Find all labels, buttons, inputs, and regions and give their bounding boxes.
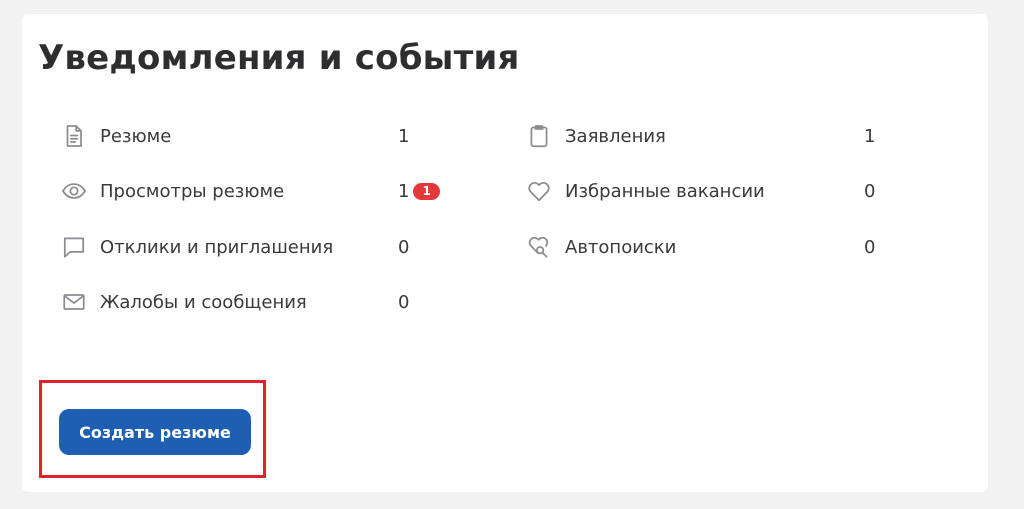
eye-icon xyxy=(60,177,88,205)
item-applications-count: 1 xyxy=(864,126,875,147)
item-complaints-messages-label: Жалобы и сообщения xyxy=(100,291,307,313)
create-resume-button[interactable]: Создать резюме xyxy=(59,409,251,455)
heart-search-icon xyxy=(525,233,553,261)
item-resume-count: 1 xyxy=(398,126,409,147)
item-resume[interactable]: Резюме xyxy=(60,116,171,156)
heart-icon xyxy=(525,177,553,205)
item-applications[interactable]: Заявления xyxy=(525,116,666,156)
item-complaints-messages-count: 0 xyxy=(398,292,409,313)
clipboard-icon xyxy=(525,122,553,150)
count-value: 0 xyxy=(398,237,410,258)
document-icon xyxy=(60,122,88,150)
item-resume-views-count: 1 1 xyxy=(398,181,440,202)
item-auto-searches-count: 0 xyxy=(864,237,875,258)
item-resume-views-label: Просмотры резюме xyxy=(100,180,285,202)
item-responses-invitations-label: Отклики и приглашения xyxy=(100,236,334,258)
item-responses-invitations-count: 0 xyxy=(398,237,409,258)
new-views-badge: 1 xyxy=(413,183,440,200)
envelope-icon xyxy=(60,288,88,316)
chat-bubble-icon xyxy=(60,233,88,261)
item-complaints-messages[interactable]: Жалобы и сообщения xyxy=(60,282,307,322)
item-auto-searches-label: Автопоиски xyxy=(565,236,677,258)
count-value: 1 xyxy=(864,126,876,147)
item-resume-views[interactable]: Просмотры резюме xyxy=(60,171,284,211)
item-favorite-vacancies-count: 0 xyxy=(864,181,875,202)
item-responses-invitations[interactable]: Отклики и приглашения xyxy=(60,227,333,267)
page-title: Уведомления и события xyxy=(38,38,520,78)
item-resume-label: Резюме xyxy=(100,125,172,147)
count-value: 0 xyxy=(398,292,410,313)
item-applications-label: Заявления xyxy=(565,125,666,147)
item-auto-searches[interactable]: Автопоиски xyxy=(525,227,676,267)
item-favorite-vacancies[interactable]: Избранные вакансии xyxy=(525,171,765,211)
count-value: 1 xyxy=(398,126,410,147)
count-value: 0 xyxy=(864,181,876,202)
item-favorite-vacancies-label: Избранные вакансии xyxy=(565,180,765,202)
count-value: 0 xyxy=(864,237,876,258)
count-value: 1 xyxy=(398,181,410,202)
